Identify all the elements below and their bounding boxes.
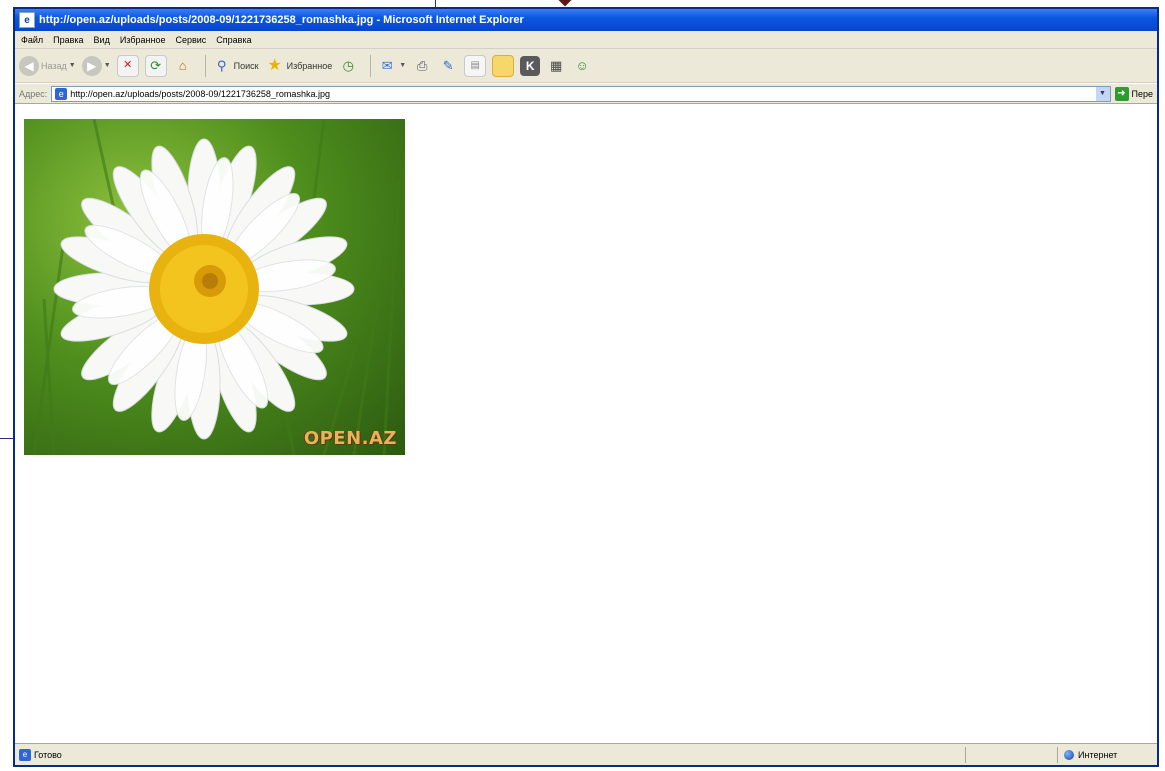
address-label: Адрес: [19, 88, 48, 99]
status-text: Готово [34, 749, 62, 760]
browser-window: e http://open.az/uploads/posts/2008-09/1… [13, 7, 1159, 767]
go-arrow-icon: ➜ [1114, 86, 1129, 101]
toolbar-divider [370, 54, 372, 77]
go-button[interactable]: ➜ Пере [1114, 86, 1154, 101]
back-label: Назад [41, 60, 67, 71]
edit-button[interactable]: ✎ [438, 56, 458, 76]
edit-icon: ✎ [442, 58, 454, 73]
home-button[interactable]: ⌂ [173, 56, 193, 76]
chevron-down-icon[interactable]: ▼ [1095, 86, 1110, 101]
print-icon: ⎙ [416, 58, 428, 73]
address-url: http://open.az/uploads/posts/2008-09/122… [70, 88, 330, 99]
title-bar[interactable]: e http://open.az/uploads/posts/2008-09/1… [15, 9, 1157, 31]
page-icon: e [19, 748, 31, 761]
petals [53, 138, 355, 440]
messenger-icon: ☺ [575, 58, 589, 73]
search-button[interactable]: ⚲ Поиск [212, 56, 259, 76]
forward-button[interactable]: ▶ ▼ [81, 55, 111, 76]
refresh-icon: ⟳ [144, 54, 167, 77]
toolbar: ◀ Назад ▼ ▶ ▼ ✕ ⟳ ⌂ ⚲ Поиск ★ Избранное … [15, 49, 1157, 83]
chevron-down-icon[interactable]: ▼ [69, 62, 76, 69]
menu-tools[interactable]: Сервис [175, 35, 206, 45]
messenger-button[interactable]: ☺ [572, 56, 592, 76]
globe-icon [1064, 749, 1074, 760]
star-icon: ★ [267, 56, 282, 74]
discuss-button[interactable]: ▤ [464, 54, 487, 77]
toolbar-divider [204, 54, 206, 77]
menu-view[interactable]: Вид [94, 35, 110, 45]
back-button[interactable]: ◀ Назад ▼ [19, 55, 76, 76]
k-button[interactable]: K [520, 55, 541, 76]
home-icon: ⌂ [178, 58, 187, 73]
menu-bar: Файл Правка Вид Избранное Сервис Справка [15, 31, 1157, 49]
zone-label: Интернет [1078, 749, 1118, 760]
page-content: OPEN.AZ [15, 105, 1157, 743]
annotation-arrow-icon [556, 0, 574, 7]
status-bar: e Готово Интернет [15, 743, 1157, 765]
document-icon: e [19, 12, 35, 28]
research-button[interactable]: ▦ [546, 56, 566, 76]
address-bar: Адрес: e http://open.az/uploads/posts/20… [15, 84, 1157, 104]
favorites-label: Избранное [286, 60, 333, 71]
folder-button[interactable] [492, 54, 515, 77]
page-icon: e [55, 87, 68, 100]
daisy-illustration [32, 119, 401, 455]
k-icon: K [520, 55, 541, 76]
menu-file[interactable]: Файл [21, 35, 43, 45]
stop-button[interactable]: ✕ [116, 54, 139, 77]
search-icon: ⚲ [216, 58, 227, 73]
status-left: e Готово [15, 748, 965, 761]
annotation-line-left [0, 438, 13, 439]
discuss-icon: ▤ [464, 54, 487, 77]
favorites-button[interactable]: ★ Избранное [265, 56, 333, 76]
address-input[interactable]: e http://open.az/uploads/posts/2008-09/1… [51, 85, 1111, 102]
search-label: Поиск [233, 60, 259, 71]
forward-arrow-icon: ▶ [81, 55, 102, 76]
watermark-logo: OPEN.AZ [303, 428, 397, 449]
menu-help[interactable]: Справка [216, 35, 251, 45]
history-icon: ◷ [342, 58, 354, 73]
research-icon: ▦ [550, 58, 563, 73]
daisy-image[interactable]: OPEN.AZ [24, 119, 405, 455]
mail-button[interactable]: ✉ ▼ [377, 56, 406, 76]
go-label: Пере [1131, 88, 1154, 99]
history-button[interactable]: ◷ [338, 56, 358, 76]
stop-icon: ✕ [116, 54, 139, 77]
chevron-down-icon[interactable]: ▼ [399, 62, 406, 69]
chevron-down-icon[interactable]: ▼ [104, 62, 111, 69]
back-arrow-icon: ◀ [19, 55, 39, 76]
print-button[interactable]: ⎙ [412, 56, 432, 76]
folder-icon [492, 54, 515, 77]
status-zone: Интернет [1057, 746, 1157, 763]
window-title: http://open.az/uploads/posts/2008-09/122… [39, 14, 524, 26]
menu-favorites[interactable]: Избранное [120, 35, 166, 45]
mail-icon: ✉ [381, 58, 393, 73]
status-cell [965, 746, 1057, 763]
menu-edit[interactable]: Правка [53, 35, 83, 45]
refresh-button[interactable]: ⟳ [144, 54, 167, 77]
